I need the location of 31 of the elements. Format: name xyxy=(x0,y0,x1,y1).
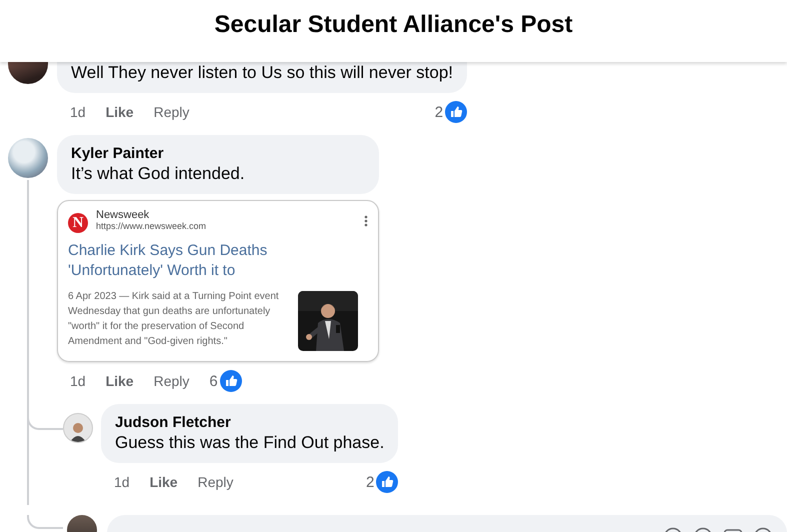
post-title: Secular Student Alliance's Post xyxy=(214,11,573,39)
avatar[interactable] xyxy=(63,413,93,443)
article-headline: Charlie Kirk Says Gun Deaths 'Unfortunately' Worth it to xyxy=(68,241,268,281)
time-label: 1d xyxy=(70,104,86,120)
source-url: https://www.newsweek.com xyxy=(96,221,208,231)
commenter-name[interactable]: Judson Fletcher xyxy=(115,414,384,431)
reaction-count: 2 xyxy=(366,474,374,490)
thread-connector xyxy=(27,515,63,529)
time-label: 1d xyxy=(114,474,130,490)
like-button[interactable]: Like xyxy=(106,104,134,120)
reply-button[interactable]: Reply xyxy=(154,104,190,120)
like-icon xyxy=(220,370,242,392)
more-icon xyxy=(364,215,368,227)
like-icon xyxy=(445,101,468,123)
reaction-count: 6 xyxy=(209,372,218,390)
like-button[interactable]: Like xyxy=(150,474,178,490)
reply-button[interactable]: Reply xyxy=(154,373,190,389)
site-logo: N xyxy=(68,213,88,233)
avatar[interactable] xyxy=(8,62,48,84)
reply-button[interactable]: Reply xyxy=(198,474,234,490)
comment-text: Well They never listen to Us so this will never stop! xyxy=(71,63,454,83)
reaction-count: 2 xyxy=(434,104,444,120)
comment-text: Guess this was the Find Out phase. xyxy=(115,433,384,453)
commenter-name[interactable]: Kyler Painter xyxy=(71,145,365,162)
article-snippet: 6 Apr 2023 — Kirk said at a Turning Point event Wednesday that gun deaths are unfortunately "worth" it for the preservation of Second Amendment and "God-given rights." xyxy=(68,290,280,349)
time-label: 1d xyxy=(70,373,86,389)
source-name: Newsweek xyxy=(96,209,150,221)
link-preview-card[interactable] xyxy=(57,200,379,362)
comment-text: It’s what God intended. xyxy=(71,164,246,184)
like-icon xyxy=(376,471,398,493)
like-button[interactable]: Like xyxy=(106,373,134,389)
